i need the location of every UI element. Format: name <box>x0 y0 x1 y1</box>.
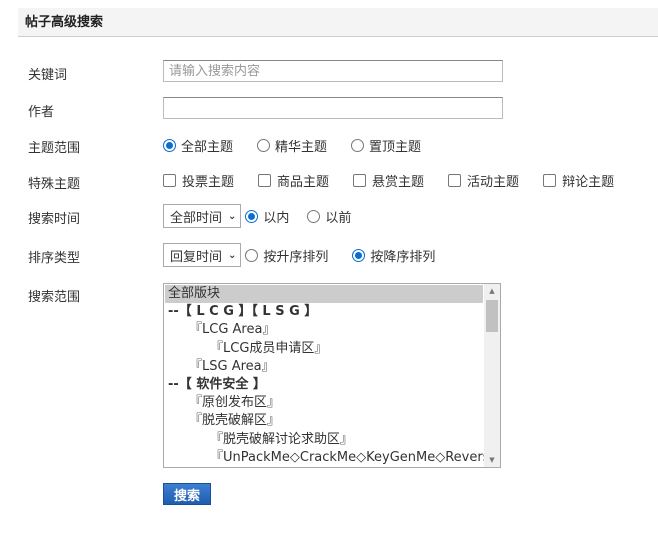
listbox-option[interactable]: 『原创发布区』 <box>165 394 483 412</box>
listbox-option[interactable]: --【 L C G 】【 L S G 】 <box>165 303 483 321</box>
scope-label: 搜索范围 <box>28 290 81 305</box>
author-label: 作者 <box>28 105 55 120</box>
option-label: 按降序排列 <box>370 249 436 265</box>
radio-digest-topics[interactable]: 精华主题 <box>257 136 327 155</box>
radio-within[interactable]: 以内 <box>245 207 289 226</box>
chevron-down-icon: ⌄ <box>228 210 237 222</box>
radio-checked-icon <box>163 139 176 152</box>
checkbox-reward[interactable]: 悬赏主题 <box>353 171 424 190</box>
checkbox-debate[interactable]: 辩论主题 <box>543 171 614 190</box>
radio-checked-icon <box>245 209 259 223</box>
forum-scope-listbox[interactable]: 全部版块 --【 L C G 】【 L S G 】『LCG Area』 『LCG成员… <box>163 283 501 468</box>
search-button[interactable]: 搜索 <box>163 483 211 505</box>
checkbox-poll[interactable]: 投票主题 <box>163 171 234 190</box>
checkbox-icon <box>258 174 272 187</box>
radio-sticky-topics[interactable]: 置顶主题 <box>351 136 421 155</box>
option-label: 置顶主题 <box>369 140 422 155</box>
radio-descending[interactable]: 按降序排列 <box>352 246 435 265</box>
radio-icon <box>257 139 271 152</box>
author-input[interactable] <box>163 97 503 119</box>
option-label: 辩论主题 <box>562 175 615 190</box>
option-label: 精华主题 <box>275 140 328 155</box>
option-label: 以前 <box>325 210 352 226</box>
option-label: 投票主题 <box>182 175 235 190</box>
keyword-label: 关键词 <box>28 68 68 83</box>
radio-icon <box>307 209 321 223</box>
option-label: 全部主题 <box>181 140 234 155</box>
checkbox-icon <box>163 174 176 187</box>
scrollbar-thumb[interactable] <box>486 300 498 332</box>
radio-ascending[interactable]: 按升序排列 <box>245 246 328 265</box>
scroll-down-arrow-icon[interactable]: ▼ <box>484 453 500 467</box>
listbox-option[interactable]: 『脱壳破解区』 <box>165 412 483 430</box>
checkbox-icon <box>353 174 367 187</box>
radio-icon <box>351 139 365 152</box>
option-label: 悬赏主题 <box>372 175 425 190</box>
checkbox-icon <box>448 174 462 187</box>
chevron-down-icon: ⌄ <box>228 249 237 261</box>
special-label: 特殊主题 <box>28 177 81 192</box>
page-title: 帖子高级搜索 <box>18 8 658 37</box>
listbox-option[interactable]: 『LSG Area』 <box>165 358 483 376</box>
sort-field-select[interactable]: 回复时间 ⌄ <box>163 243 242 267</box>
scroll-up-arrow-icon[interactable]: ▲ <box>484 284 500 298</box>
listbox-option[interactable]: 『UnPackMe◇CrackMe◇KeyGenMe◇ReverseMe』 <box>165 449 500 467</box>
checkbox-trade[interactable]: 商品主题 <box>258 171 329 190</box>
listbox-items: 全部版块 --【 L C G 】【 L S G 】『LCG Area』 『LCG成员… <box>165 285 500 467</box>
option-label: 商品主题 <box>277 175 330 190</box>
select-value: 全部时间 <box>170 210 223 226</box>
radio-all-topics[interactable]: 全部主题 <box>163 136 233 155</box>
radio-checked-icon <box>352 248 366 262</box>
listbox-option[interactable]: 『LCG成员申请区』 <box>165 340 483 358</box>
topic-range-label: 主题范围 <box>28 141 81 156</box>
listbox-option[interactable]: 全部版块 <box>165 285 483 304</box>
search-time-group: 全部时间 ⌄ 以内 以前 <box>163 204 375 228</box>
listbox-option[interactable]: 『LCG Area』 <box>165 321 483 339</box>
listbox-option[interactable]: --【 软件安全 】 <box>165 376 483 394</box>
sort-label: 排序类型 <box>28 251 81 266</box>
search-time-label: 搜索时间 <box>28 212 81 227</box>
checkbox-activity[interactable]: 活动主题 <box>448 171 519 190</box>
listbox-option[interactable]: 『脱壳破解讨论求助区』 <box>165 431 483 449</box>
topic-range-group: 全部主题 精华主题 置顶主题 <box>163 136 445 155</box>
option-label: 按升序排列 <box>263 249 329 265</box>
keyword-input[interactable] <box>163 60 503 82</box>
sort-group: 回复时间 ⌄ 按升序排列 按降序排列 <box>163 243 459 267</box>
scrollbar[interactable]: ▲ ▼ <box>484 284 500 467</box>
time-range-select[interactable]: 全部时间 ⌄ <box>163 204 242 228</box>
checkbox-icon <box>543 174 557 187</box>
special-group: 投票主题 商品主题 悬赏主题 活动主题 辩论主题 <box>163 171 638 190</box>
option-label: 活动主题 <box>467 175 520 190</box>
select-value: 回复时间 <box>170 249 223 265</box>
radio-icon <box>245 248 259 262</box>
option-label: 以内 <box>263 210 290 226</box>
radio-before[interactable]: 以前 <box>307 207 351 226</box>
